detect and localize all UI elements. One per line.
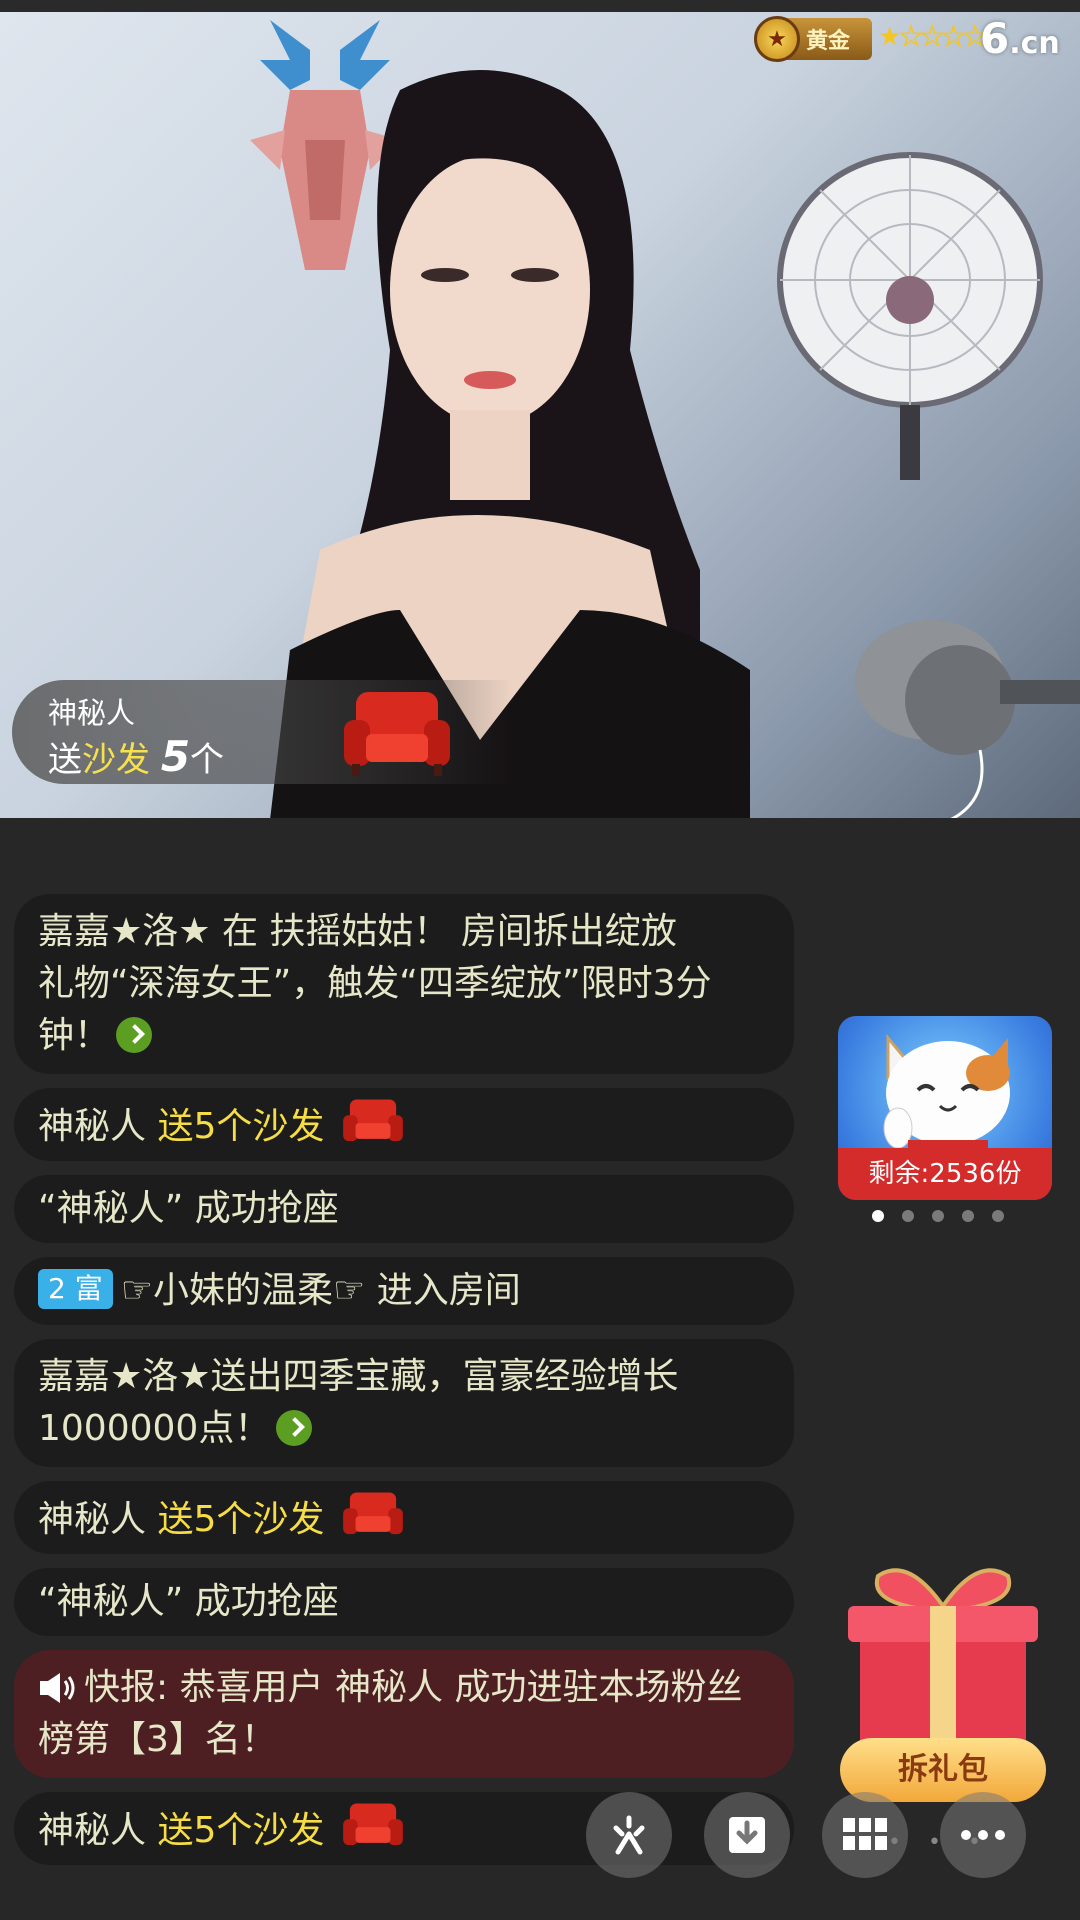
sparkle-icon <box>613 1815 645 1855</box>
gift-box-icon <box>848 1568 1038 1752</box>
page-dot[interactable] <box>932 1210 944 1222</box>
chat-message-gift: 神秘人 送5个沙发 <box>14 1088 794 1161</box>
download-icon <box>729 1817 765 1853</box>
medal-icon: ★ <box>754 16 800 62</box>
lucky-cat-promo[interactable]: 剩余:2536份 <box>838 1016 1052 1200</box>
level-badge: ★ 黄金 <box>754 16 872 62</box>
chat-message-gift: 神秘人 送5个沙发 <box>14 1481 794 1554</box>
more-icon <box>961 1830 1005 1840</box>
gift-banner: 神秘人 送沙发 5个 <box>12 680 512 784</box>
sofa-gift-icon <box>344 692 450 776</box>
site-logo: 6.cn <box>980 14 1060 63</box>
more-button[interactable] <box>940 1792 1026 1878</box>
page-dot[interactable] <box>872 1210 884 1222</box>
bottom-toolbar: • • • <box>0 1792 1080 1882</box>
go-arrow-icon[interactable] <box>276 1410 313 1446</box>
chat-message-seat: “神秘人” 成功抢座 <box>14 1568 794 1636</box>
sofa-icon <box>342 1492 403 1535</box>
microphone-decoration <box>855 620 1080 818</box>
gift-action: 送沙发 5个 <box>48 732 225 781</box>
grid-button[interactable] <box>822 1792 908 1878</box>
chat-message-system: 嘉嘉★洛★送出四季宝藏，富豪经验增长 1000000点！ <box>14 1339 794 1467</box>
chat-message-enter: 2 富 ☞小妹的温柔☞ 进入房间 <box>14 1257 794 1325</box>
promo-pagination <box>872 1210 1004 1222</box>
download-button[interactable] <box>704 1792 790 1878</box>
sparkle-button[interactable] <box>586 1792 672 1878</box>
status-strip <box>0 0 1080 12</box>
chat-username[interactable]: ☞小妹的温柔☞ <box>121 1270 366 1311</box>
page-dot[interactable] <box>962 1210 974 1222</box>
sofa-icon <box>342 1099 403 1142</box>
chat-message-seat: “神秘人” 成功抢座 <box>14 1175 794 1243</box>
page-dot[interactable] <box>902 1210 914 1222</box>
level-label: 黄金 <box>806 29 851 54</box>
gift-sender: 神秘人 <box>48 696 136 730</box>
chat-message-system: 嘉嘉★洛★ 在 扶摇姑姑！ 房间拆出绽放 礼物“深海女王”，触发“四季绽放”限时… <box>14 894 794 1074</box>
speaker-icon <box>40 1673 75 1703</box>
page-dot[interactable] <box>992 1210 1004 1222</box>
go-arrow-icon[interactable] <box>116 1017 153 1053</box>
lucky-cat-icon <box>883 1033 1010 1150</box>
rating-stars: ★★★★★ <box>878 21 987 53</box>
gift-package[interactable]: 拆礼包 <box>838 1556 1048 1806</box>
chat-list[interactable]: 嘉嘉★洛★ 在 扶摇姑姑！ 房间拆出绽放 礼物“深海女王”，触发“四季绽放”限时… <box>14 894 794 1879</box>
live-video[interactable]: ★ 黄金 ★★★★★ 6.cn 神秘人 送沙发 5个 <box>0 0 1080 818</box>
chat-message-announcement: 快报: 恭喜用户 神秘人 成功进驻本场粉丝 榜第【3】名！ <box>14 1650 794 1778</box>
grid-icon <box>843 1818 887 1850</box>
remaining-count: 剩余:2536份 <box>838 1148 1052 1200</box>
rich-level-badge: 2 富 <box>38 1269 113 1309</box>
